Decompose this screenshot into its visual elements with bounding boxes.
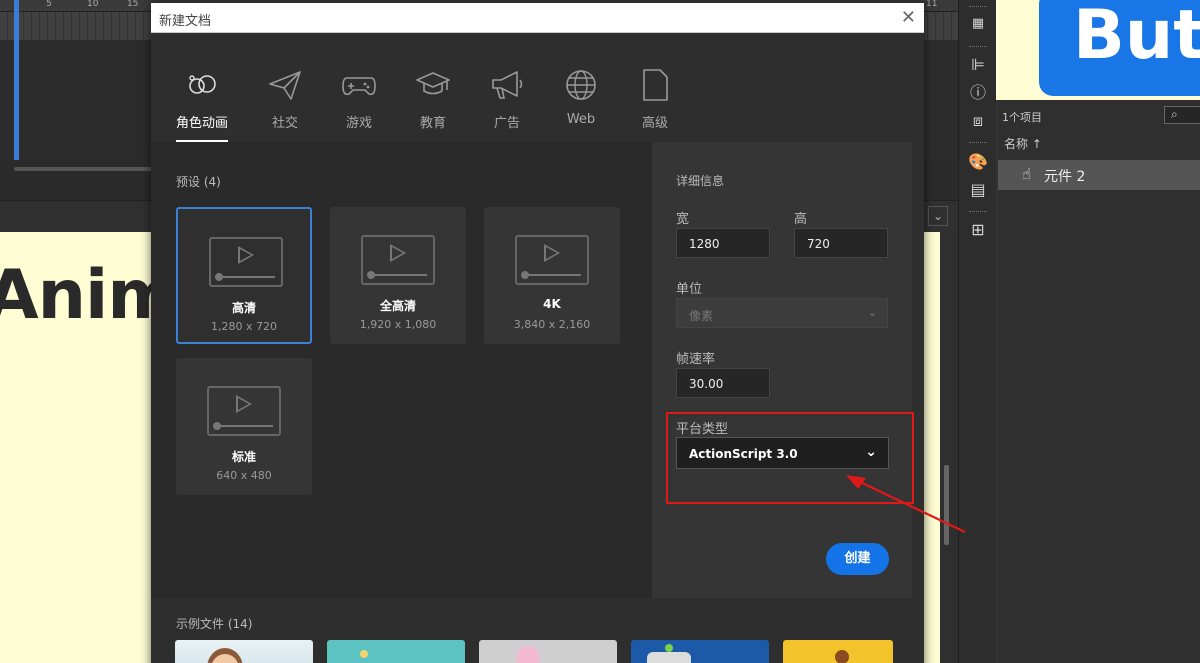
annotation-arrow xyxy=(846,475,966,533)
